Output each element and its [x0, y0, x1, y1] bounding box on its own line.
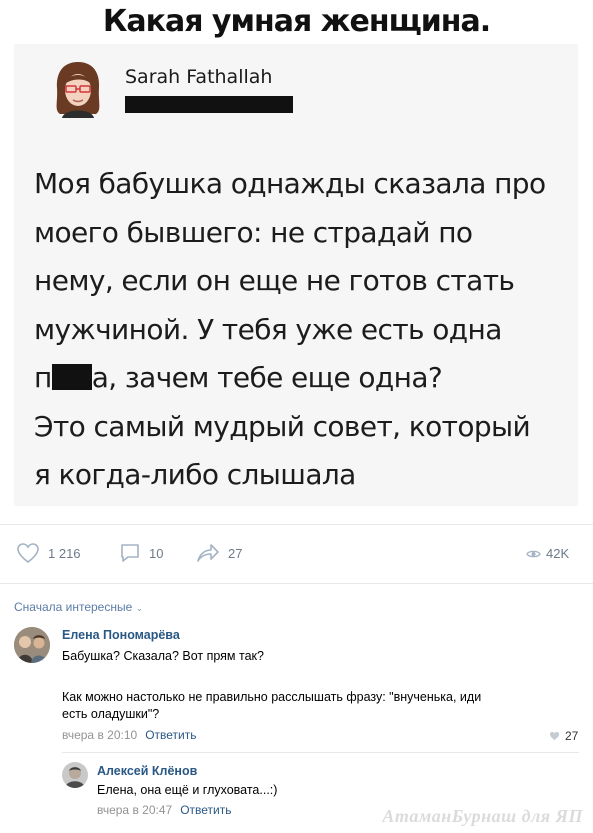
- tweet-line: я когда-либо слышала: [34, 458, 356, 491]
- tweet-line: мужчиной. У тебя уже есть одна: [34, 312, 502, 346]
- comment-like-button[interactable]: 27: [549, 729, 578, 743]
- comments-sort-dropdown[interactable]: Сначала интересные ⌄: [14, 600, 143, 614]
- comment-meta: вчера в 20:10 Ответить: [62, 728, 196, 742]
- comment-count: 10: [149, 545, 164, 561]
- chevron-down-icon: ⌄: [135, 603, 144, 613]
- tweet-author-name: Sarah Fathallah: [125, 66, 273, 88]
- avatar[interactable]: [62, 762, 88, 788]
- tweet-screenshot: Sarah Fathallah Моя бабушка однажды сказ…: [14, 44, 578, 506]
- comment-time[interactable]: вчера в 20:47: [97, 803, 172, 817]
- comment-like-count: 27: [565, 729, 579, 743]
- post-actions: 1 216 10 27 42K: [0, 538, 593, 568]
- comment-author[interactable]: Елена Пономарёва: [62, 628, 180, 642]
- like-button[interactable]: 1 216: [16, 542, 81, 564]
- censor-bar: [51, 364, 92, 390]
- watermark: АтаманБурнаш для ЯП: [382, 806, 583, 826]
- divider: [0, 524, 593, 525]
- reply-link[interactable]: Ответить: [145, 728, 196, 742]
- tweet-line: нему, если он еще не готов стать: [34, 264, 515, 297]
- views: 42K: [526, 546, 569, 561]
- comment-text: есть оладушки"?: [62, 707, 160, 721]
- tweet-line: Это самый мудрый совет, который: [34, 409, 531, 443]
- tweet-line: моего бывшего: не страдай по: [34, 215, 473, 249]
- comment-text: Бабушка? Сказала? Вот прям так?: [62, 649, 264, 663]
- divider: [62, 752, 579, 753]
- tweet-line-end: а, зачем тебе еще одна?: [91, 361, 443, 394]
- tweet-line: Моя бабушка однажды сказала про: [34, 167, 546, 200]
- divider: [0, 583, 593, 584]
- share-button[interactable]: 27: [196, 542, 242, 564]
- like-count: 1 216: [48, 545, 81, 561]
- heart-icon: [549, 731, 560, 741]
- comment-time[interactable]: вчера в 20:10: [62, 728, 137, 742]
- author-avatar-illustration: [56, 62, 100, 118]
- comment-button[interactable]: 10: [119, 542, 163, 564]
- comment-meta: вчера в 20:47 Ответить: [97, 803, 231, 817]
- share-icon: [197, 544, 219, 562]
- sort-label: Сначала интересные: [14, 600, 133, 614]
- comment-icon: [121, 544, 139, 562]
- heart-icon: [17, 543, 39, 564]
- eye-icon: [526, 550, 541, 557]
- view-count: 42K: [546, 546, 570, 561]
- comment-author[interactable]: Алексей Клёнов: [97, 764, 197, 778]
- post-headline: Какая умная женщина.: [102, 4, 491, 39]
- reply-link[interactable]: Ответить: [180, 803, 231, 817]
- tweet-line-start: п: [34, 361, 52, 394]
- share-count: 27: [228, 545, 243, 561]
- avatar[interactable]: [14, 627, 50, 663]
- tweet-text: Моя бабушка однажды сказала про моего бы…: [34, 160, 564, 500]
- comment-text: Елена, она ещё и глуховата...:): [97, 783, 278, 797]
- avatar-photo: [62, 762, 88, 788]
- comment-text: Как можно настолько не правильно расслыш…: [62, 690, 482, 704]
- tweet-line: п а, зачем тебе еще одна?: [34, 354, 564, 403]
- redacted-handle: [125, 96, 293, 113]
- avatar-photo: [14, 627, 50, 663]
